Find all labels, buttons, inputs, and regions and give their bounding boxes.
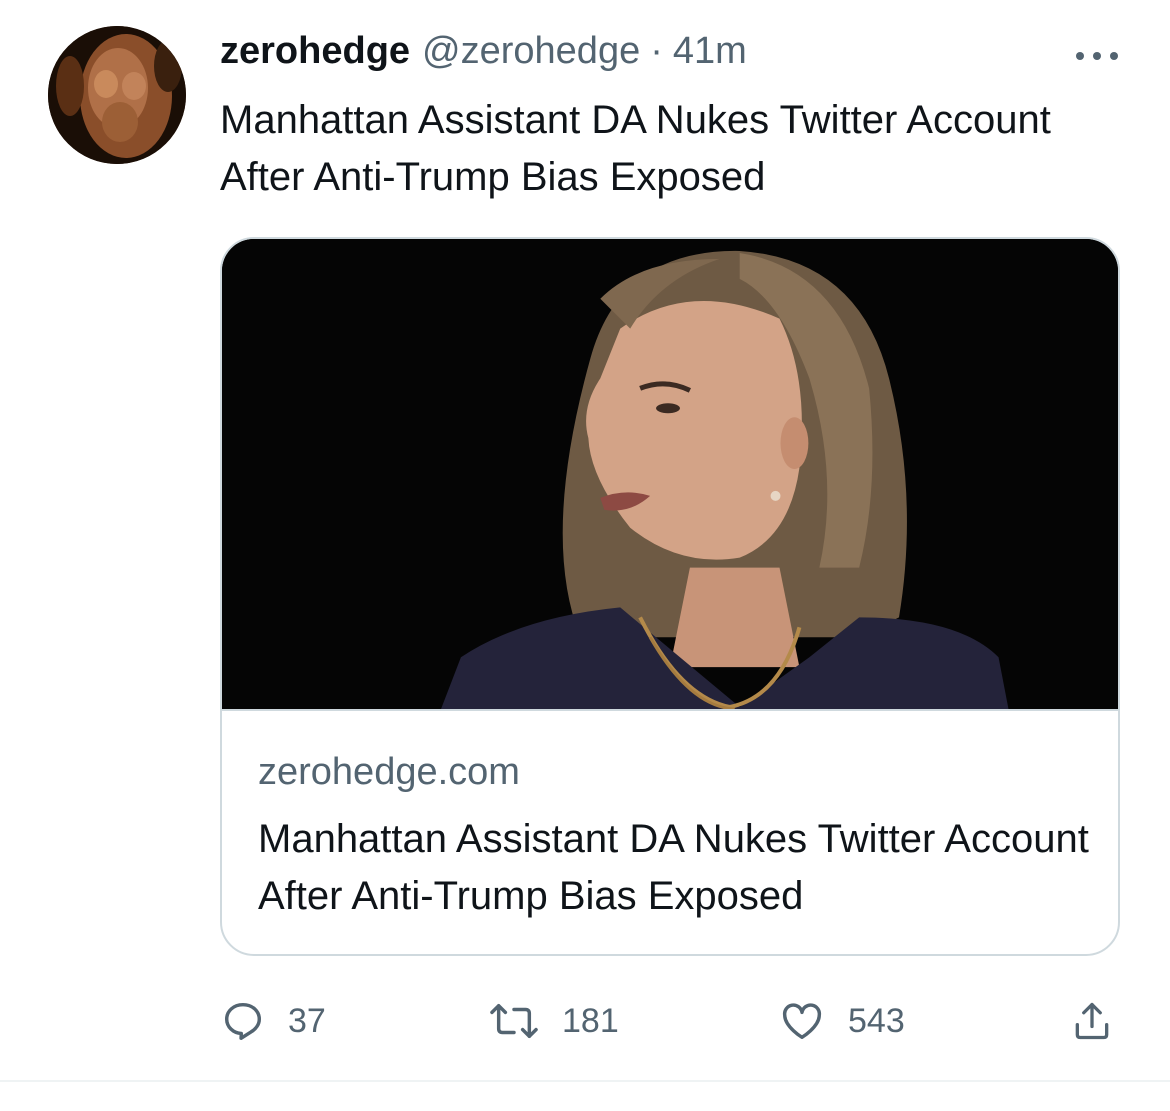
card-title: Manhattan Assistant DA Nukes Twitter Acc…	[258, 817, 1089, 918]
more-horizontal-icon	[1076, 52, 1084, 60]
user-handle[interactable]: @zerohedge	[422, 30, 640, 73]
separator-dot: ·	[650, 30, 663, 72]
share-upload-icon	[1075, 1002, 1109, 1040]
tweet-timestamp[interactable]: 41m	[673, 30, 747, 73]
card-domain: zerohedge.com	[258, 751, 520, 793]
more-dot	[1110, 52, 1118, 60]
more-options-button[interactable]	[1076, 44, 1118, 68]
reply-bubble-icon	[224, 1002, 262, 1040]
reply-button[interactable]: 37	[220, 996, 326, 1046]
tweet-text: Manhattan Assistant DA Nukes Twitter Acc…	[220, 98, 1051, 199]
tweet-actions: 37 181 543	[220, 996, 1120, 1046]
retweet-button[interactable]: 181	[488, 996, 619, 1046]
display-name[interactable]: zerohedge	[220, 30, 410, 73]
retweet-arrows-icon	[490, 1003, 538, 1039]
avatar-image	[48, 26, 186, 164]
divider	[0, 1080, 1170, 1082]
heart-icon	[782, 1003, 822, 1040]
like-button[interactable]: 543	[778, 996, 905, 1046]
tweet-header: zerohedge @zerohedge · 41m	[220, 30, 747, 80]
retweet-count: 181	[562, 1001, 619, 1040]
avatar[interactable]	[48, 26, 186, 164]
share-button[interactable]	[1070, 996, 1114, 1046]
like-count: 543	[848, 1001, 905, 1040]
link-card[interactable]: zerohedge.com Manhattan Assistant DA Nuk…	[220, 237, 1120, 956]
reply-count: 37	[288, 1001, 326, 1040]
more-dot	[1093, 52, 1101, 60]
card-image	[222, 239, 1118, 711]
